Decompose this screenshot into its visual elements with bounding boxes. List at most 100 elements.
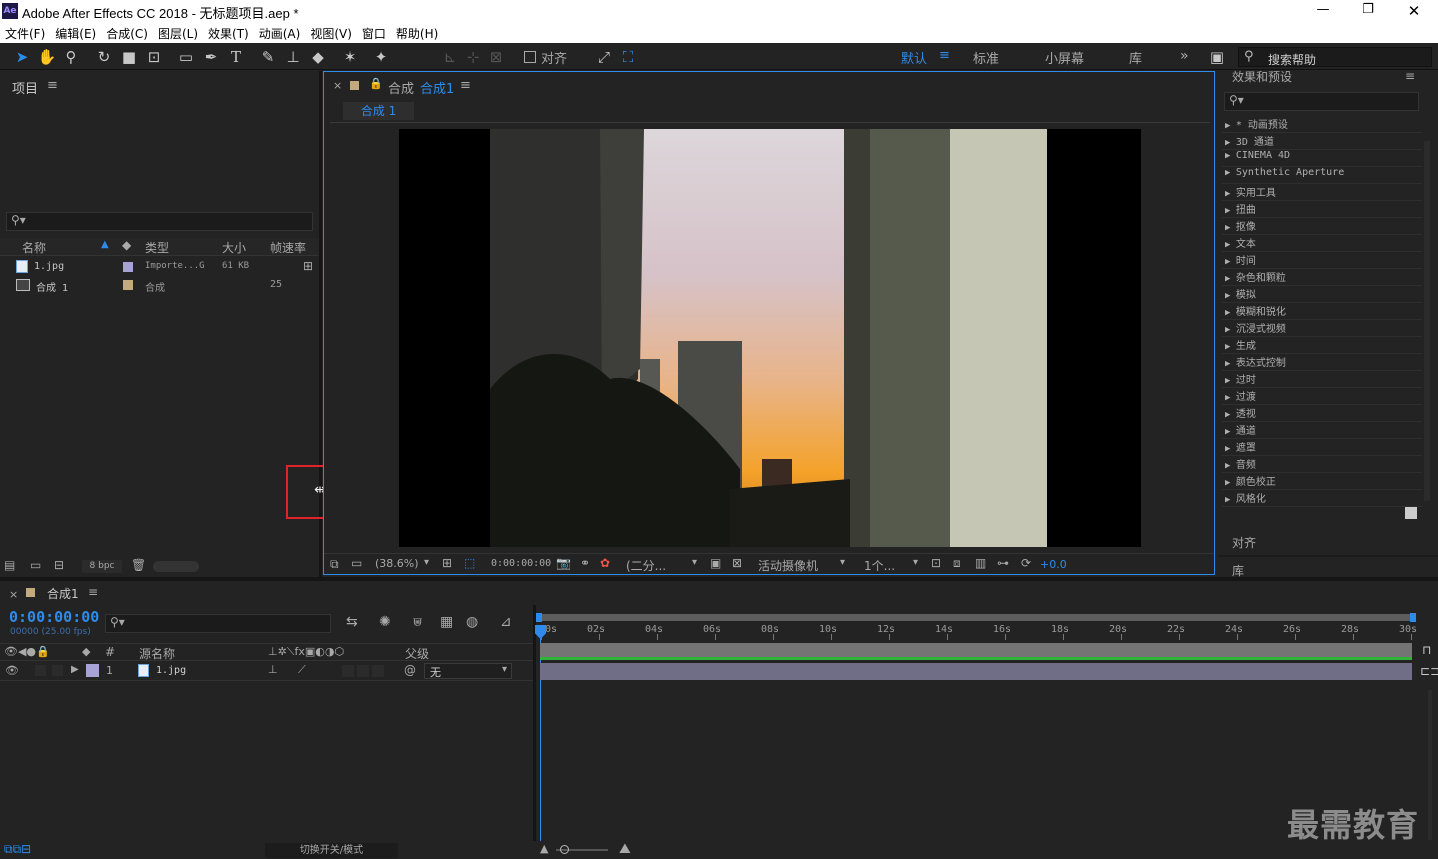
effects-category[interactable]: ▶ 风格化 <box>1225 490 1266 505</box>
menu-composition[interactable]: 合成(C) <box>101 22 153 42</box>
effects-category[interactable]: ▶ 沉浸式视频 <box>1225 320 1286 335</box>
quality-switch-icon[interactable]: ⟋ <box>298 663 306 677</box>
solo-box[interactable] <box>35 665 46 676</box>
effects-category[interactable]: ▶ Synthetic Aperture <box>1225 167 1344 178</box>
effects-category[interactable]: ▶ 透视 <box>1225 405 1256 420</box>
world-axis-icon[interactable]: ⊹ <box>463 47 483 67</box>
expand-chevron-icon[interactable]: ▶ <box>1225 206 1236 216</box>
workspace-default[interactable]: 默认 <box>901 48 927 67</box>
thumbnail-slider[interactable] <box>153 561 199 572</box>
expand-chevron-icon[interactable]: ▶ <box>1225 325 1236 335</box>
effects-category[interactable]: ▶ 实用工具 <box>1225 184 1276 199</box>
menu-animation[interactable]: 动画(A) <box>254 22 306 42</box>
pick-whip-icon[interactable]: @ <box>404 663 416 677</box>
chevron-down-icon[interactable]: ▾ <box>913 557 918 568</box>
minimize-icon[interactable]: — <box>1313 0 1333 22</box>
expand-chevron-icon[interactable]: ▶ <box>1225 342 1236 352</box>
expand-chevron-icon[interactable]: ▶ <box>1225 410 1236 420</box>
layer-switches-icon[interactable]: ⧉⧉⊟ <box>4 842 31 857</box>
expand-chevron-icon[interactable]: ▶ <box>1225 478 1236 488</box>
close-panel-icon[interactable]: × <box>9 588 18 601</box>
effects-scrollbar[interactable] <box>1424 141 1430 501</box>
expand-chevron-icon[interactable]: ▶ <box>1225 444 1236 454</box>
expand-chevron-icon[interactable]: ▶ <box>1225 168 1236 178</box>
expand-chevron-icon[interactable]: ▶ <box>1225 121 1236 131</box>
parent-dropdown[interactable]: 无 ▾ <box>424 663 512 679</box>
zoom-out-icon[interactable]: ▲ <box>540 842 548 855</box>
workspace-library[interactable]: 库 <box>1129 48 1142 67</box>
trash-icon[interactable]: 🗑 <box>131 558 146 572</box>
chevron-down-icon[interactable]: ▾ <box>840 557 845 568</box>
text-tool-icon[interactable]: T <box>226 47 246 67</box>
effects-category[interactable]: ▶ 杂色和颗粒 <box>1225 269 1286 284</box>
expand-chevron-icon[interactable]: ▶ <box>1225 223 1236 233</box>
timeline-tab[interactable]: 合成1 <box>47 585 79 602</box>
viewer-frame[interactable] <box>399 129 1141 547</box>
camera-dropdown[interactable]: 活动摄像机 <box>758 557 818 574</box>
view-axis-icon[interactable]: ⊠ <box>486 47 506 67</box>
always-preview-icon[interactable]: ⧉ <box>330 557 339 572</box>
effects-category[interactable]: ▶ 通道 <box>1225 422 1256 437</box>
flowchart-icon[interactable]: ⊶ <box>997 556 1009 570</box>
views-dropdown[interactable]: 1个... <box>864 557 895 574</box>
column-type[interactable]: 类型 <box>145 239 169 256</box>
puppet-tool-icon[interactable]: ✦ <box>371 47 391 67</box>
effects-search-field[interactable]: ⚲▾ <box>1224 92 1419 111</box>
lock-icon[interactable]: 🔒 <box>369 77 383 90</box>
pan-behind-tool-icon[interactable]: ⊡ <box>144 47 164 67</box>
viewer-timecode[interactable]: 0:00:00:00 <box>491 558 551 569</box>
graph-editor-icon[interactable]: ⊿ <box>500 614 512 630</box>
switch-box[interactable] <box>342 665 354 677</box>
comp-flowchart-icon[interactable]: ⇆ <box>346 614 358 630</box>
chevron-down-icon[interactable]: ▾ <box>424 557 429 568</box>
frame-blending-icon[interactable]: ▦ <box>440 614 453 630</box>
menu-file[interactable]: 文件(F) <box>0 22 50 42</box>
expand-chevron-icon[interactable]: ▶ <box>1225 495 1236 505</box>
expand-chevron-icon[interactable]: ▶ <box>1225 151 1236 161</box>
snapshot-icon[interactable]: 📷 <box>556 556 571 570</box>
workspace-overflow-icon[interactable]: » <box>1180 48 1189 64</box>
flowchart-icon[interactable]: ⊞ <box>303 259 313 273</box>
label-swatch[interactable] <box>123 280 133 290</box>
expand-chevron-icon[interactable]: ▶ <box>1225 393 1236 403</box>
clone-stamp-tool-icon[interactable]: ⊥ <box>283 47 303 67</box>
chevron-down-icon[interactable]: ▾ <box>692 557 697 568</box>
menu-layer[interactable]: 图层(L) <box>153 22 203 42</box>
expand-chevron-icon[interactable]: ▶ <box>1225 359 1236 369</box>
mask-visibility-icon[interactable]: ⬚ <box>464 556 475 570</box>
align-checkbox[interactable] <box>524 51 536 63</box>
close-panel-icon[interactable]: × <box>333 79 342 92</box>
local-axis-icon[interactable]: ⊾ <box>440 47 460 67</box>
effects-category[interactable]: ▶ 颜色校正 <box>1225 473 1276 488</box>
effects-category[interactable]: ▶ 生成 <box>1225 337 1256 352</box>
timeline-search-field[interactable]: ⚲▾ <box>105 614 331 633</box>
new-folder-icon[interactable]: ▭ <box>30 558 41 572</box>
work-area-start-handle[interactable] <box>536 613 542 622</box>
shy-layers-icon[interactable]: ⩐ <box>413 614 422 630</box>
layer-label-swatch[interactable] <box>86 664 99 677</box>
switch-box[interactable] <box>372 665 384 677</box>
expand-chevron-icon[interactable]: ▶ <box>1225 291 1236 301</box>
toggle-pixel-aspect-icon[interactable]: ⊡ <box>931 556 941 570</box>
timeline-icon[interactable]: ▥ <box>975 556 986 570</box>
effects-category[interactable]: ▶ 过渡 <box>1225 388 1256 403</box>
project-panel-menu-icon[interactable]: ≡ <box>47 78 58 93</box>
close-icon[interactable]: ✕ <box>1404 0 1424 22</box>
work-area-bar[interactable] <box>536 613 1416 622</box>
expand-chevron-icon[interactable]: ▶ <box>1225 376 1236 386</box>
switch-box[interactable] <box>357 665 369 677</box>
fast-previews-icon[interactable]: ⧈ <box>953 556 961 571</box>
comp-marker-icon[interactable]: ⊓ <box>1422 643 1431 657</box>
brush-tool-icon[interactable]: ✎ <box>258 47 278 67</box>
effects-category[interactable]: ▶ * 动画预设 <box>1225 116 1288 131</box>
resolution-dropdown[interactable]: (二分... <box>626 557 666 574</box>
interpret-footage-icon[interactable]: ▤ <box>4 558 15 572</box>
help-search-field[interactable]: ⚲ 搜索帮助 <box>1238 47 1432 67</box>
motion-blur-icon[interactable]: ◍ <box>466 614 478 630</box>
new-preset-icon[interactable] <box>1405 507 1417 519</box>
work-area-end-handle[interactable] <box>1410 613 1416 622</box>
pen-tool-icon[interactable]: ✒ <box>201 47 221 67</box>
zoom-dropdown[interactable]: (38.6%) <box>375 557 419 570</box>
list-item[interactable]: 合成 1 合成 25 <box>0 277 319 295</box>
timeline-timecode[interactable]: 0:00:00:00 <box>9 608 99 626</box>
